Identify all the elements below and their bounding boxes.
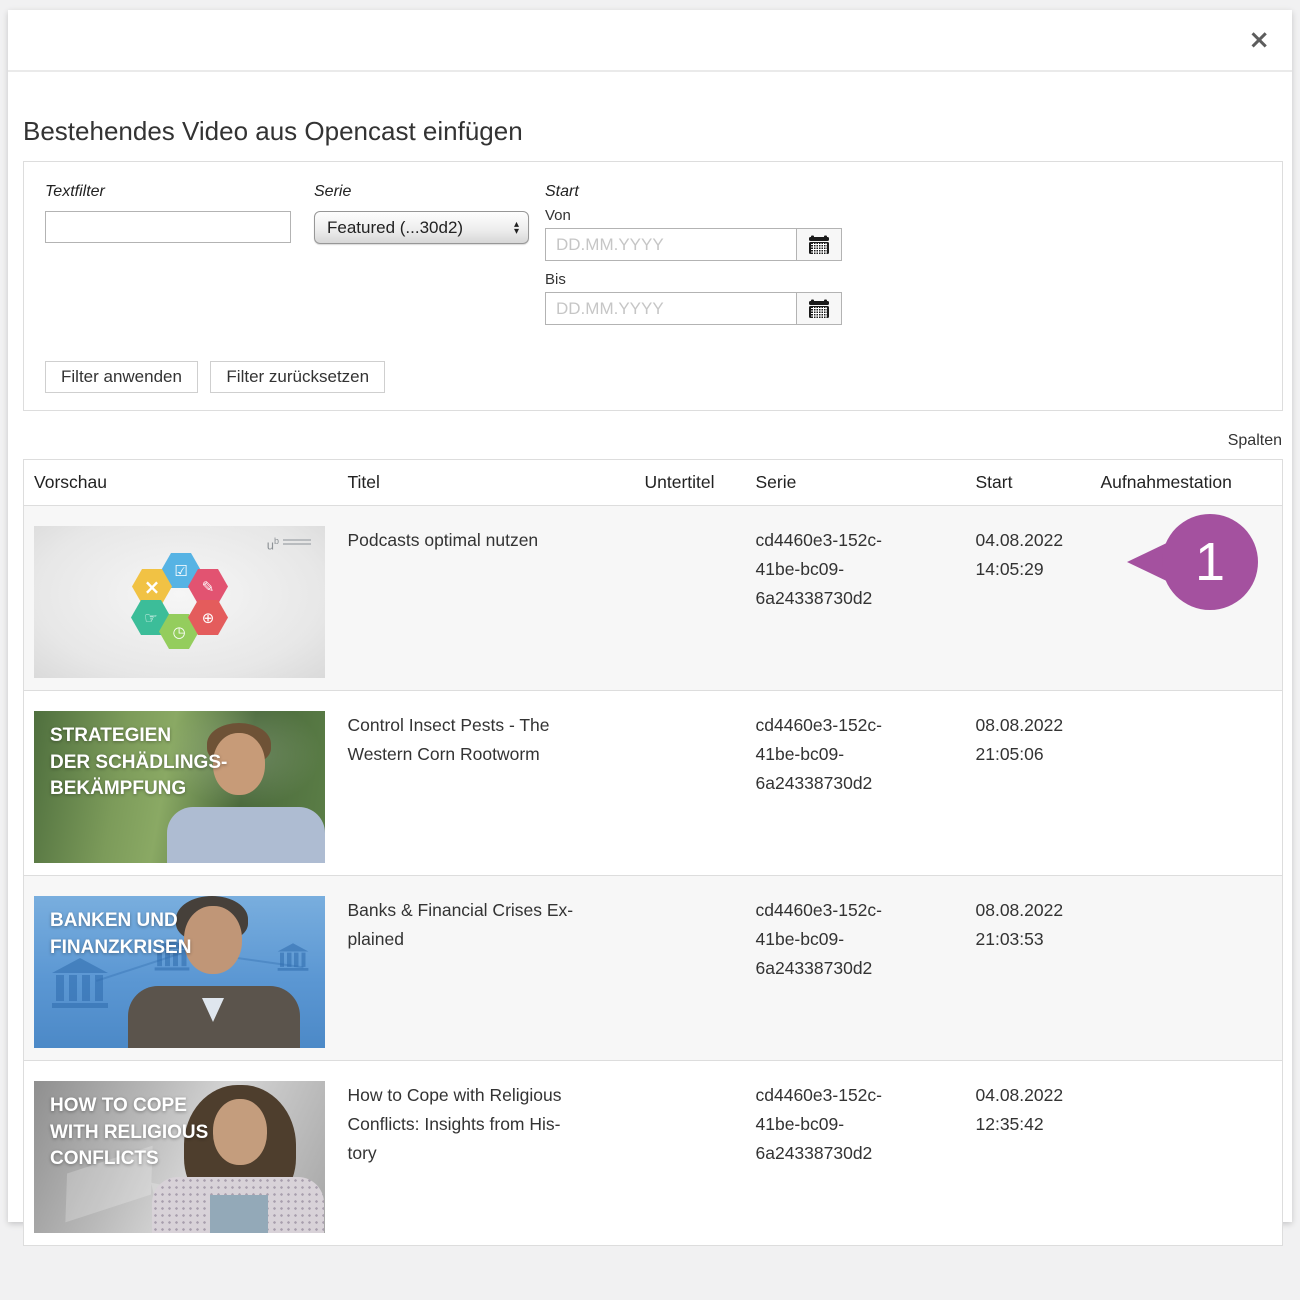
table-row[interactable]: ub ☑ × ✎ ☞ ◷ ⊕ Podcasts opti xyxy=(24,506,1283,691)
close-icon[interactable]: × xyxy=(1248,27,1270,53)
select-arrows-icon: ▴ ▾ xyxy=(514,221,519,235)
column-header-untertitel: Untertitel xyxy=(635,460,746,506)
column-header-start: Start xyxy=(966,460,1091,506)
apply-filter-button[interactable]: Filter anwenden xyxy=(45,361,198,393)
marker-label: 1 xyxy=(1195,535,1225,589)
thumbnail-title-text: STRATEGIEN DER SCHÄDLINGS- BEKÄMPFUNG xyxy=(50,723,227,803)
video-thumbnail[interactable]: HOW TO COPE WITH RELIGIOUS CONFLICTS xyxy=(34,1081,325,1233)
video-series-id: cd4460e3-152c- 41be-bc09- 6a24338730d2 xyxy=(756,1081,956,1168)
von-calendar-button[interactable] xyxy=(796,228,842,261)
opencast-insert-modal: × Bestehendes Video aus Opencast einfüge… xyxy=(8,10,1292,1222)
bank-icon xyxy=(52,958,108,1008)
serie-selected-value: Featured (...30d2) xyxy=(327,218,463,238)
video-start-datetime: 08.08.2022 21:05:06 xyxy=(976,711,1081,769)
table-row[interactable]: BANKEN UND FINANZKRISEN Banks & Financia… xyxy=(24,876,1283,1061)
table-row[interactable]: STRATEGIEN DER SCHÄDLINGS- BEKÄMPFUNG Co… xyxy=(24,691,1283,876)
annotation-marker-1: 1 xyxy=(1127,514,1258,610)
videos-table: Vorschau Titel Untertitel Serie Start Au… xyxy=(23,459,1283,1246)
reset-filter-button[interactable]: Filter zurücksetzen xyxy=(210,361,385,393)
video-start-datetime: 04.08.2022 12:35:42 xyxy=(976,1081,1081,1139)
video-title: Control Insect Pests - The Western Corn … xyxy=(348,711,625,769)
page-title: Bestehendes Video aus Opencast einfügen xyxy=(23,116,1283,147)
bank-icon xyxy=(278,943,309,971)
column-header-aufnahmestation: Aufnahmestation xyxy=(1091,460,1283,506)
textfilter-input[interactable] xyxy=(45,211,291,243)
von-date-input[interactable] xyxy=(545,228,797,261)
page-background: × Bestehendes Video aus Opencast einfüge… xyxy=(0,0,1300,1300)
university-logo: ub xyxy=(267,536,311,552)
calendar-icon xyxy=(808,299,830,319)
thumbnail-title-text: BANKEN UND FINANZKRISEN xyxy=(50,908,191,961)
modal-header: × xyxy=(8,10,1292,72)
bis-label: Bis xyxy=(545,271,842,288)
video-start-datetime: 08.08.2022 21:03:53 xyxy=(976,896,1081,954)
video-title: How to Cope with Religious Conflicts: In… xyxy=(348,1081,625,1168)
video-series-id: cd4460e3-152c- 41be-bc09- 6a24338730d2 xyxy=(756,526,956,613)
video-thumbnail[interactable]: ub ☑ × ✎ ☞ ◷ ⊕ xyxy=(34,526,325,678)
bis-date-input[interactable] xyxy=(545,292,797,325)
table-header-row: Vorschau Titel Untertitel Serie Start Au… xyxy=(24,460,1283,506)
video-series-id: cd4460e3-152c- 41be-bc09- 6a24338730d2 xyxy=(756,896,956,983)
filter-panel: Textfilter Serie Featured (...30d2) ▴ ▾ xyxy=(23,161,1283,411)
video-thumbnail[interactable]: BANKEN UND FINANZKRISEN xyxy=(34,896,325,1048)
serie-select[interactable]: Featured (...30d2) ▴ ▾ xyxy=(314,211,529,244)
thumbnail-title-text: HOW TO COPE WITH RELIGIOUS CONFLICTS xyxy=(50,1093,208,1173)
video-thumbnail[interactable]: STRATEGIEN DER SCHÄDLINGS- BEKÄMPFUNG xyxy=(34,711,325,863)
table-row[interactable]: HOW TO COPE WITH RELIGIOUS CONFLICTS How… xyxy=(24,1061,1283,1246)
calendar-icon xyxy=(808,235,830,255)
von-label: Von xyxy=(545,207,842,224)
video-series-id: cd4460e3-152c- 41be-bc09- 6a24338730d2 xyxy=(756,711,956,798)
column-header-titel: Titel xyxy=(338,460,635,506)
video-title: Podcasts optimal nutzen xyxy=(348,526,625,555)
columns-menu-toggle[interactable]: Spalten xyxy=(1228,432,1282,449)
textfilter-label: Textfilter xyxy=(45,183,314,201)
start-label: Start xyxy=(545,183,842,201)
video-title: Banks & Financial Crises Ex- plained xyxy=(348,896,625,954)
serie-label: Serie xyxy=(314,183,545,201)
column-header-serie: Serie xyxy=(746,460,966,506)
bis-calendar-button[interactable] xyxy=(796,292,842,325)
video-start-datetime: 04.08.2022 14:05:29 xyxy=(976,526,1081,584)
column-header-vorschau: Vorschau xyxy=(24,460,338,506)
